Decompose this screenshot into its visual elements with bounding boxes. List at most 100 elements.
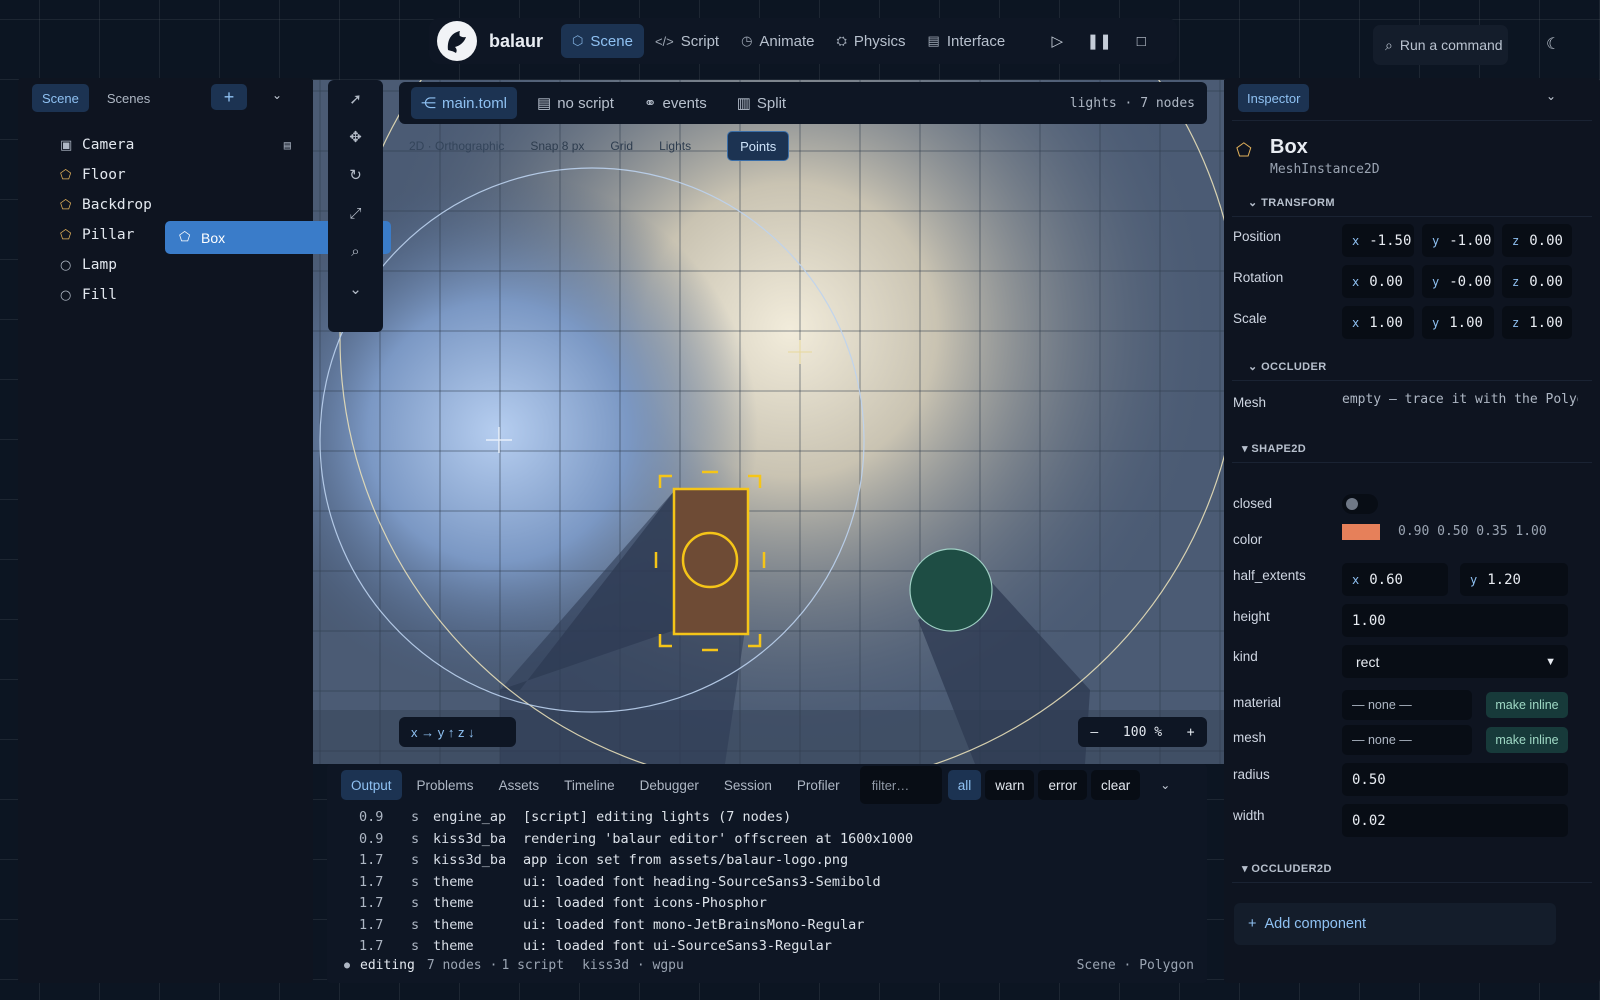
add-component-button[interactable]: + Add component xyxy=(1234,903,1556,945)
grid-option[interactable]: Grid xyxy=(610,139,633,153)
height-field[interactable]: 1.00 xyxy=(1342,604,1568,637)
tab-scene[interactable]: ⬡ Scene xyxy=(561,24,644,58)
color-swatch[interactable] xyxy=(1342,524,1380,540)
rotate-tool-button[interactable]: ↻ xyxy=(328,156,383,194)
points-button[interactable]: Points xyxy=(727,131,790,161)
zoom-in-button[interactable]: + xyxy=(1187,725,1195,740)
log-message: rendering 'balaur editor' offscreen at 1… xyxy=(523,830,914,847)
rotation-x-field[interactable]: x 0.00 xyxy=(1342,265,1414,298)
pillar-shape[interactable] xyxy=(909,548,993,632)
split-icon: ▥ xyxy=(736,95,751,112)
tab-split[interactable]: ▥ Split xyxy=(727,87,796,119)
closed-toggle[interactable] xyxy=(1342,494,1378,514)
level-error-button[interactable]: error xyxy=(1038,770,1087,800)
script-file-icon[interactable]: ▤ xyxy=(284,138,291,152)
half-extents-x-field[interactable]: x 0.60 xyxy=(1342,563,1448,596)
rotation-z-field[interactable]: z 0.00 xyxy=(1502,265,1572,298)
field-value: 1.00 xyxy=(1369,314,1403,331)
search-icon: ⌕ xyxy=(1385,36,1393,53)
joint-icon: ⛭ xyxy=(836,33,847,48)
radius-field[interactable]: 0.50 xyxy=(1342,763,1568,796)
zoom-level: 100 % xyxy=(1122,724,1163,740)
tab-interface[interactable]: ▤ Interface xyxy=(917,24,1017,58)
tree-item-camera[interactable]: ▣ Camera ▤ xyxy=(47,131,303,159)
more-tools-button[interactable]: ⌄ xyxy=(328,270,383,308)
rotation-y-field[interactable]: y -0.00 xyxy=(1422,265,1494,298)
mesh-resource-field[interactable]: — none — xyxy=(1342,725,1472,755)
app-name: balaur xyxy=(489,30,544,51)
chevron-down-icon[interactable]: ⌄ xyxy=(1160,778,1170,792)
half-extents-y-field[interactable]: y 1.20 xyxy=(1460,563,1568,596)
light-icon: ○ xyxy=(60,257,72,273)
tab-script[interactable]: </> Script xyxy=(644,24,730,58)
divider xyxy=(1232,462,1592,463)
tab-session[interactable]: Session xyxy=(714,770,782,800)
level-all-button[interactable]: all xyxy=(947,770,982,800)
button-label: Add component xyxy=(1264,916,1367,932)
tab-scenes[interactable]: Scenes xyxy=(97,84,160,112)
stop-button[interactable]: □ xyxy=(1120,24,1162,58)
tree-item-fill[interactable]: ○ Fill xyxy=(47,281,303,309)
tab-main-toml[interactable]: ⋲ main.toml xyxy=(411,87,518,119)
material-field[interactable]: — none — xyxy=(1342,690,1472,720)
pause-button[interactable]: ❚❚ xyxy=(1078,24,1120,58)
scale-y-field[interactable]: y 1.00 xyxy=(1422,306,1494,339)
play-button[interactable]: ▷ xyxy=(1036,24,1078,58)
add-node-button[interactable]: + xyxy=(211,84,247,110)
tab-problems[interactable]: Problems xyxy=(407,770,484,800)
node-type: MeshInstance2D xyxy=(1270,162,1380,177)
position-z-field[interactable]: z 0.00 xyxy=(1502,224,1572,257)
zoom-out-button[interactable]: – xyxy=(1090,725,1098,740)
tree-item-floor[interactable]: ⬠ Floor xyxy=(47,161,303,189)
section-transform-header[interactable]: ⌄ TRANSFORM xyxy=(1248,196,1335,209)
plus-icon: + xyxy=(223,86,235,107)
log-source: theme xyxy=(433,895,474,911)
kind-select[interactable]: rect ▼ xyxy=(1342,645,1568,678)
move-tool-button[interactable]: ✥ xyxy=(328,118,383,156)
log-filter-input[interactable]: filter… xyxy=(859,766,942,804)
tab-output[interactable]: Output xyxy=(341,770,402,800)
material-make-inline-button[interactable]: make inline xyxy=(1486,692,1568,718)
position-x-field[interactable]: x -1.50 xyxy=(1342,224,1414,257)
mesh-make-inline-button[interactable]: make inline xyxy=(1486,727,1568,753)
tree-item-backdrop[interactable]: ⬠ Backdrop xyxy=(47,191,303,219)
select-tool-button[interactable]: ➚ xyxy=(328,80,383,118)
tab-physics[interactable]: ⛭ Physics xyxy=(825,24,916,58)
scale-z-field[interactable]: z 1.00 xyxy=(1502,306,1572,339)
viewport-header: ⋲ main.toml ▤ no script ⚭ events ▥ Split lig… xyxy=(399,82,1207,124)
chevron-down-icon[interactable]: ⌄ xyxy=(1546,89,1556,103)
tab-inspector[interactable]: Inspector xyxy=(1238,84,1310,112)
log-time: 1.7 xyxy=(359,938,384,954)
command-palette-button[interactable]: ⌕ Run a command xyxy=(1373,25,1508,65)
tab-debugger[interactable]: Debugger xyxy=(630,770,709,800)
tab-events[interactable]: ⚭ events xyxy=(634,87,717,119)
graph-icon: ⋲ xyxy=(421,95,436,112)
tab-timeline[interactable]: Timeline xyxy=(554,770,625,800)
width-field[interactable]: 0.02 xyxy=(1342,804,1568,837)
log-time: 1.7 xyxy=(359,895,384,911)
section-occluder-header[interactable]: ⌄ OCCLUDER xyxy=(1248,360,1327,373)
level-warn-button[interactable]: warn xyxy=(985,770,1035,800)
scale-x-field[interactable]: x 1.00 xyxy=(1342,306,1414,339)
tab-scene-tree[interactable]: Scene xyxy=(32,84,89,112)
zoom-icon: ⌕ xyxy=(351,242,360,260)
theme-toggle-button[interactable]: ☾ xyxy=(1546,34,1560,54)
tab-assets[interactable]: Assets xyxy=(489,770,550,800)
section-occluder2d-header[interactable]: ▾ OCCLUDER2D xyxy=(1242,862,1332,875)
tab-animate[interactable]: ◷ Animate xyxy=(730,24,825,58)
projection-option[interactable]: 2D · Orthographic xyxy=(409,139,504,153)
lights-option[interactable]: Lights xyxy=(659,139,691,153)
log-line: 1.7 s theme ui: loaded font icons-Phosphor xyxy=(359,895,913,917)
tab-no-script[interactable]: ▤ no script xyxy=(527,87,624,119)
zoom-tool-button[interactable]: ⌕ xyxy=(328,232,383,270)
scale-tool-button[interactable]: ⤢ xyxy=(328,194,383,232)
position-y-field[interactable]: y -1.00 xyxy=(1422,224,1494,257)
tab-label: Scene xyxy=(590,32,633,50)
tab-profiler[interactable]: Profiler xyxy=(787,770,850,800)
snap-option[interactable]: Snap 8 px xyxy=(530,139,584,153)
field-value: 0.02 xyxy=(1352,812,1386,829)
section-shape2d-header[interactable]: ▾ SHAPE2D xyxy=(1242,442,1306,455)
clear-log-button[interactable]: clear xyxy=(1090,770,1141,800)
chevron-down-icon[interactable]: ⌄ xyxy=(272,88,282,102)
tree-item-lamp[interactable]: ○ Lamp xyxy=(47,251,303,279)
